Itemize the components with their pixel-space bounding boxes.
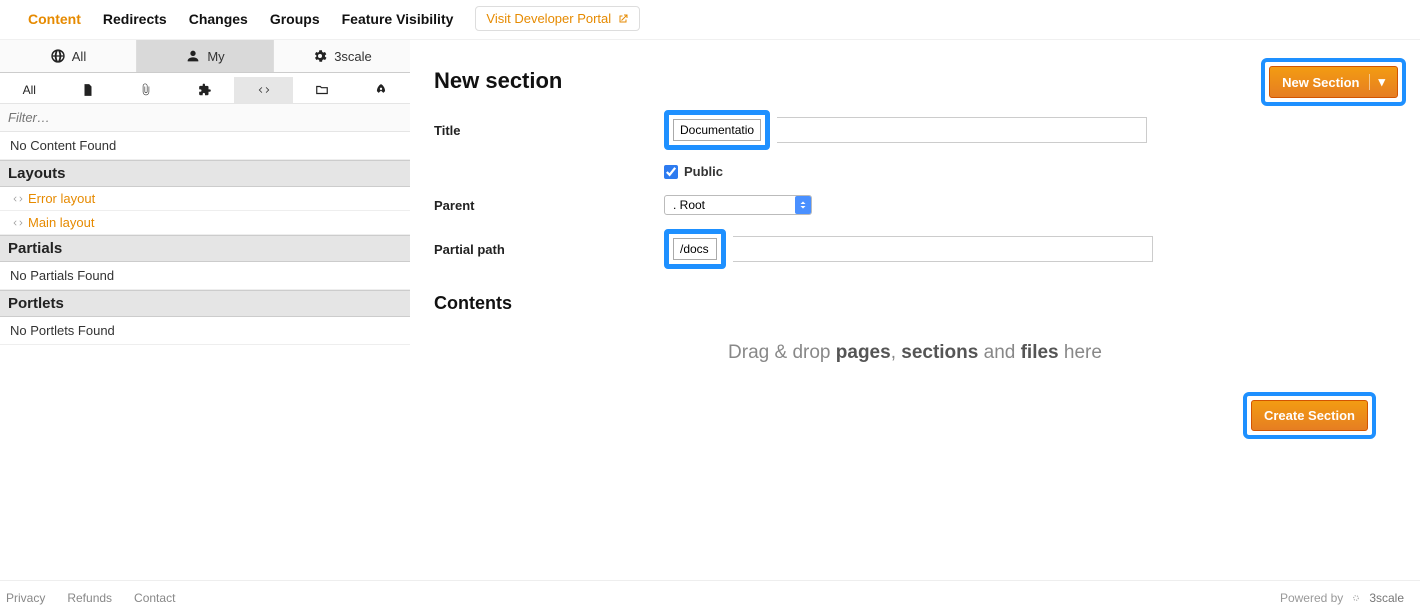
- public-label: Public: [684, 164, 723, 179]
- external-link-icon: [617, 13, 629, 25]
- gear-icon: [312, 48, 328, 64]
- dropzone-suffix: here: [1059, 342, 1102, 363]
- dropdown-caret-icon[interactable]: ▾: [1369, 74, 1385, 90]
- parent-row: Parent . Root: [434, 195, 1396, 215]
- rocket-icon: [374, 83, 388, 97]
- title-input-ext[interactable]: [777, 117, 1147, 143]
- title-input[interactable]: [673, 119, 761, 141]
- type-tab-code[interactable]: [234, 77, 293, 103]
- scope-tab-3scale[interactable]: 3scale: [274, 40, 410, 72]
- create-section-label: Create Section: [1264, 408, 1355, 423]
- user-icon: [185, 48, 201, 64]
- contents-header: Contents: [434, 293, 1396, 314]
- nav-groups[interactable]: Groups: [270, 11, 320, 27]
- scope-3scale-label: 3scale: [334, 49, 372, 64]
- parent-select[interactable]: . Root: [664, 195, 812, 215]
- type-tab-rocket[interactable]: [351, 77, 410, 103]
- select-arrows-icon: [795, 196, 811, 214]
- code-icon: [12, 193, 24, 205]
- scope-my-label: My: [207, 49, 224, 64]
- partial-path-label: Partial path: [434, 242, 664, 257]
- footer-refunds[interactable]: Refunds: [67, 591, 112, 605]
- partials-header: Partials: [0, 235, 410, 262]
- partial-path-input[interactable]: [673, 238, 717, 260]
- threescale-logo-icon: [1349, 591, 1363, 605]
- dropzone-prefix: Drag & drop: [728, 342, 836, 363]
- type-tab-page[interactable]: [59, 77, 118, 103]
- layouts-header: Layouts: [0, 160, 410, 187]
- public-row: Public: [664, 164, 1396, 179]
- title-row: Title: [434, 110, 1396, 150]
- powered-by-label: Powered by: [1280, 591, 1343, 605]
- new-section-button[interactable]: New Section ▾: [1269, 66, 1398, 98]
- dropzone-pages: pages: [836, 342, 891, 363]
- content-pane: New Section ▾ New section Title Public P…: [410, 40, 1420, 459]
- code-icon: [12, 217, 24, 229]
- no-content-msg: No Content Found: [0, 132, 410, 160]
- nav-content[interactable]: Content: [28, 11, 81, 27]
- dropzone-files: files: [1021, 342, 1059, 363]
- visit-portal-label: Visit Developer Portal: [486, 11, 611, 26]
- type-tab-attachment[interactable]: [117, 77, 176, 103]
- layout-main[interactable]: Main layout: [0, 211, 410, 235]
- footer-brand: Powered by 3scale: [1280, 591, 1404, 605]
- scope-tabs: All My 3scale: [0, 40, 410, 73]
- main-area: All My 3scale All: [0, 40, 1420, 459]
- footer-contact[interactable]: Contact: [134, 591, 175, 605]
- no-portlets-msg: No Portlets Found: [0, 317, 410, 345]
- partial-path-highlight: [664, 229, 726, 269]
- title-highlight: [664, 110, 770, 150]
- page-title: New section: [434, 68, 1396, 94]
- parent-label: Parent: [434, 198, 664, 213]
- top-nav: Content Redirects Changes Groups Feature…: [0, 0, 1420, 40]
- sidebar: All My 3scale All: [0, 40, 410, 459]
- partial-path-row: Partial path: [434, 229, 1396, 269]
- brand-label: 3scale: [1369, 591, 1404, 605]
- new-section-label: New Section: [1282, 75, 1359, 90]
- type-tab-folder[interactable]: [293, 77, 352, 103]
- no-partials-msg: No Partials Found: [0, 262, 410, 290]
- page-icon: [81, 83, 95, 97]
- globe-icon: [50, 48, 66, 64]
- folder-icon: [315, 83, 329, 97]
- code-icon: [257, 83, 271, 97]
- title-label: Title: [434, 123, 664, 138]
- footer: Privacy Refunds Contact Powered by 3scal…: [0, 580, 1420, 613]
- dropzone[interactable]: Drag & drop pages, sections and files he…: [434, 342, 1396, 364]
- create-section-button[interactable]: Create Section: [1251, 400, 1368, 431]
- filter-input[interactable]: [0, 103, 410, 132]
- footer-links: Privacy Refunds Contact: [6, 591, 175, 605]
- nav-redirects[interactable]: Redirects: [103, 11, 167, 27]
- dropzone-sep2: and: [978, 342, 1020, 363]
- nav-changes[interactable]: Changes: [189, 11, 248, 27]
- type-tab-plugin[interactable]: [176, 77, 235, 103]
- footer-privacy[interactable]: Privacy: [6, 591, 45, 605]
- type-tab-all[interactable]: All: [0, 77, 59, 103]
- new-section-highlight: New Section ▾: [1261, 58, 1406, 106]
- dropzone-sep1: ,: [891, 342, 902, 363]
- scope-all-label: All: [72, 49, 86, 64]
- paperclip-icon: [139, 83, 153, 97]
- partial-path-input-ext[interactable]: [733, 236, 1153, 262]
- nav-feature-visibility[interactable]: Feature Visibility: [342, 11, 454, 27]
- type-tabs: All: [0, 73, 410, 103]
- portlets-header: Portlets: [0, 290, 410, 317]
- layout-error[interactable]: Error layout: [0, 187, 410, 211]
- visit-developer-portal-button[interactable]: Visit Developer Portal: [475, 6, 640, 31]
- puzzle-icon: [198, 83, 212, 97]
- layout-error-label: Error layout: [28, 191, 95, 206]
- scope-tab-all[interactable]: All: [0, 40, 137, 72]
- dropzone-sections: sections: [901, 342, 978, 363]
- scope-tab-my[interactable]: My: [137, 40, 274, 72]
- create-section-highlight: Create Section: [1243, 392, 1376, 439]
- public-checkbox[interactable]: [664, 165, 678, 179]
- layout-main-label: Main layout: [28, 215, 94, 230]
